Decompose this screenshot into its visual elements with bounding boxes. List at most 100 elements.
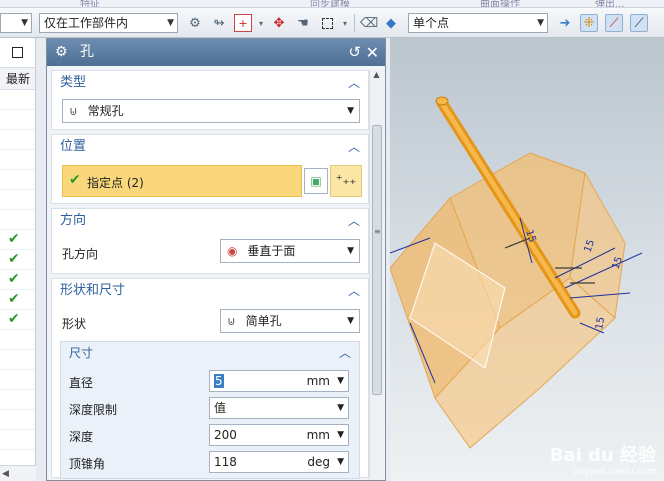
snap-mode-value: 单个点 [413,16,450,30]
shape-label: 形状 [62,317,87,331]
select-feature-icon[interactable]: ⚙ [186,14,204,32]
model-canvas[interactable]: 15 15 15 15 [390,38,664,481]
type-filter-select[interactable]: ▼ [0,13,32,33]
chevron-down-icon[interactable]: ▼ [337,452,344,472]
navigator-row[interactable] [0,110,35,130]
collapse-caret-icon[interactable]: ︿ [339,342,351,364]
size-subsection-title: 尺寸 [69,346,94,360]
sketch-section-icon[interactable]: ▣ [304,168,328,194]
snap-point-icon[interactable]: ✥ [270,14,288,32]
menu-item-sync-modeling[interactable]: 同步建模 [310,0,350,7]
depth-value: 200 [214,428,237,442]
position-section-header[interactable]: 位置 ︿ [52,135,368,159]
menu-item-feature[interactable]: 特征 [80,0,100,7]
shape-section-title: 形状和尺寸 [60,283,126,298]
chevron-down-icon: ▼ [537,18,544,28]
tip-angle-input[interactable]: 118 deg ▼ [209,451,349,473]
navigator-row[interactable] [0,410,35,430]
navigator-row[interactable] [0,330,35,350]
direction-section-title: 方向 [60,213,87,228]
size-subsection: 尺寸 ︿ 直径 5 mm ▼ 深度限制 值 ▼ 深度 200 mm ▼ 顶锥角 … [60,341,360,479]
depth-limit-select[interactable]: 值 ▼ [209,397,349,419]
tip-angle-label: 顶锥角 [69,457,106,471]
end-point-icon[interactable]: ⟋ [605,14,623,32]
diameter-unit: mm [306,374,330,388]
chevron-down-icon[interactable]: ▾ [252,14,270,32]
chevron-down-icon[interactable]: ▼ [337,425,344,445]
type-section-header[interactable]: 类型 ︿ [52,71,368,95]
shape-section-header[interactable]: 形状和尺寸 ︿ [52,279,368,303]
hole-direction-select[interactable]: ◉ 垂直于面 ▼ [220,239,360,263]
size-subsection-header[interactable]: 尺寸 ︿ [61,342,359,364]
collapse-caret-icon[interactable]: ︿ [348,135,360,159]
graphics-viewport[interactable]: 15 15 15 15 Bai du 经验 jingyan.baidu.com [390,38,664,481]
line-point-icon[interactable]: ⟋ [630,14,648,32]
navigator-row[interactable]: ✔ [0,270,35,290]
scroll-up-icon[interactable]: ▲ [370,70,383,79]
shape-value: 简单孔 [245,314,282,328]
navigator-row[interactable]: ✔ [0,310,35,330]
collapse-caret-icon[interactable]: ︿ [348,279,360,303]
navigator-row[interactable] [0,370,35,390]
close-icon[interactable]: ✕ [366,39,379,66]
navigator-row[interactable]: ✔ [0,230,35,250]
part-navigator-panel: 最新 ✔ ✔ ✔ ✔ ✔ ◀ [0,38,36,481]
chevron-down-icon: ▼ [21,18,28,28]
add-point-icon[interactable]: + [234,14,252,32]
navigator-row[interactable] [0,190,35,210]
navigator-row[interactable] [0,90,35,110]
check-icon: ✔ [8,271,20,287]
scroll-thumb[interactable] [372,125,382,395]
watermark-main: Bai du 经验 [549,445,656,466]
menu-item-surface-ops[interactable]: 曲面操作 [480,0,520,7]
scope-filter-select[interactable]: 仅在工作部件内 ▼ [39,13,178,33]
rectangle-select-icon[interactable] [318,14,336,32]
collapse-caret-icon[interactable]: ︿ [348,71,360,95]
depth-input[interactable]: 200 mm ▼ [209,424,349,446]
gear-icon[interactable]: ⚙ [55,44,68,60]
snap-mode-select[interactable]: 单个点 ▼ [408,13,548,33]
navigator-row[interactable] [0,150,35,170]
direction-section-header[interactable]: 方向 ︿ [52,209,368,233]
navigator-row[interactable] [0,170,35,190]
specify-point-row[interactable]: ✔ 指定点 (2) [62,165,302,197]
hole-type-select[interactable]: ⊍ 常规孔 ▼ [62,99,360,123]
navigator-row[interactable] [0,130,35,150]
diameter-input[interactable]: 5 mm ▼ [209,370,349,392]
collapse-caret-icon[interactable]: ︿ [348,209,360,233]
column-header-latest[interactable]: 最新 [0,68,35,90]
selection-toolbar: ▼ 仅在工作部件内 ▼ ⚙ ↬ + ▾ ✥ ☚ ▾ ⌫ ◆ 单个点 ▼ ➜ ⁜ … [0,8,664,38]
hand-select-icon[interactable]: ☚ [294,14,312,32]
snap-points-icon[interactable]: ⁜ [580,14,598,32]
shape-select[interactable]: ⊍ 简单孔 ▼ [220,309,360,333]
navigator-row[interactable]: ✔ [0,290,35,310]
arrow-right-icon[interactable]: ➜ [556,14,574,32]
diameter-value: 5 [214,374,224,388]
eraser-icon[interactable]: ⌫ [360,14,378,32]
horizontal-scrollbar[interactable]: ◀ [0,465,36,481]
navigator-rows: ✔ ✔ ✔ ✔ ✔ [0,90,35,450]
chevron-down-icon: ▼ [167,18,174,28]
dialog-title: 孔 [80,44,95,60]
direction-section: 方向 ︿ 孔方向 ◉ 垂直于面 ▼ [51,208,369,274]
position-section: 位置 ︿ ✔ 指定点 (2) ▣ ⁺₊₊ [51,134,369,204]
selection-intent-icon[interactable]: ↬ [210,14,228,32]
dialog-vertical-scrollbar[interactable]: ▲ ≡ [369,70,383,480]
navigator-row[interactable] [0,210,35,230]
navigator-row[interactable]: ✔ [0,250,35,270]
shape-size-section: 形状和尺寸 ︿ 形状 ⊍ 简单孔 ▼ 尺寸 ︿ 直径 5 mm ▼ 深度限制 值… [51,278,369,479]
reset-icon[interactable]: ↺ [348,39,361,66]
navigator-row[interactable] [0,390,35,410]
chevron-down-icon: ▼ [347,246,354,256]
cube-icon[interactable]: ◆ [382,14,400,32]
menu-strip: 特征 同步建模 曲面操作 弹出... [0,0,664,8]
menu-item-popup[interactable]: 弹出... [595,0,625,7]
navigator-row[interactable] [0,350,35,370]
chevron-down-icon[interactable]: ▼ [337,371,344,391]
navigator-toggle[interactable] [0,38,35,68]
navigator-row[interactable] [0,430,35,450]
scroll-grip-icon: ≡ [374,227,381,236]
point-dialog-icon[interactable]: ⁺₊₊ [330,165,362,197]
dimension-label-4[interactable]: 15 [594,316,607,330]
chevron-down-icon[interactable]: ▾ [336,14,354,32]
